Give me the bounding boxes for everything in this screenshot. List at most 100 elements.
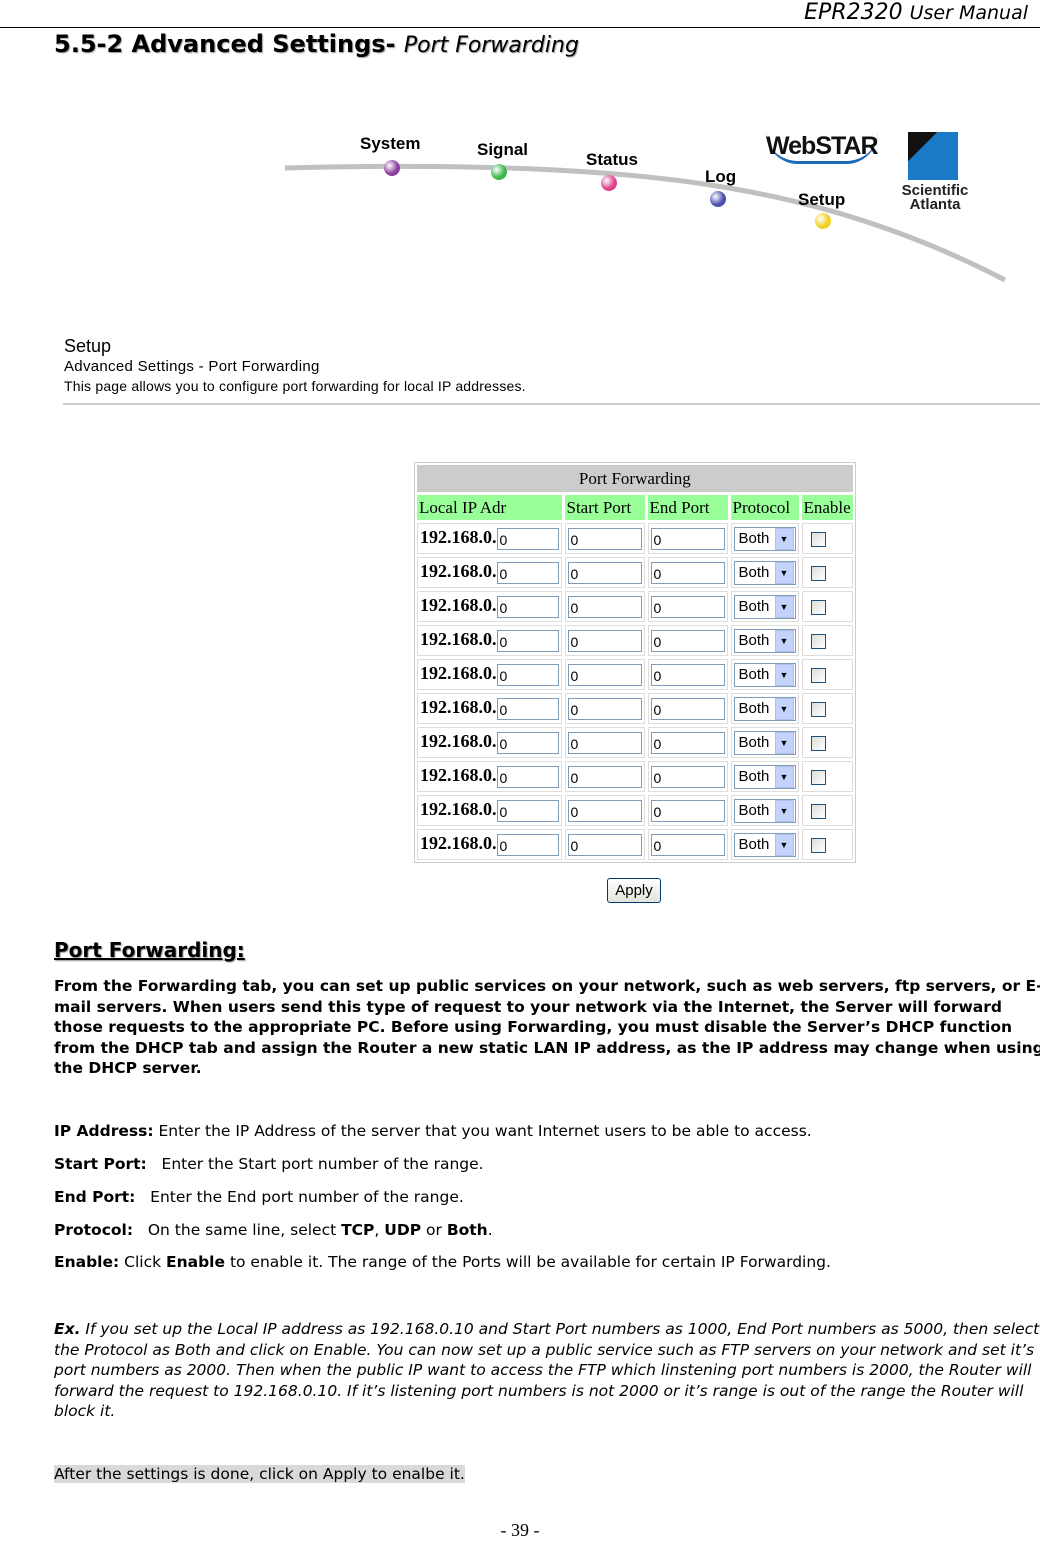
end-port-input[interactable]: 0	[650, 765, 725, 788]
ip-prefix: 192.168.0.	[420, 526, 497, 547]
table-row: 192.168.0. 0 0 0 Both ▼	[417, 523, 853, 554]
scientific-atlanta-logo: Scientific Atlanta	[901, 182, 969, 213]
end-port-input[interactable]: 0	[650, 527, 725, 550]
ip-last-octet-input[interactable]: 0	[496, 664, 559, 687]
start-port-input[interactable]: 0	[567, 527, 642, 550]
enable-checkbox[interactable]	[810, 736, 826, 752]
ip-last-octet-input[interactable]: 0	[496, 834, 559, 857]
nav-system[interactable]: System	[360, 134, 420, 154]
protocol-select[interactable]: Both ▼	[733, 560, 796, 585]
protocol-cell: Both ▼	[730, 591, 799, 622]
start-port-input[interactable]: 0	[567, 765, 642, 788]
nav-dot-icon[interactable]	[601, 175, 617, 191]
chevron-down-icon[interactable]: ▼	[774, 561, 794, 584]
nav-dot-icon[interactable]	[710, 191, 726, 207]
enable-checkbox[interactable]	[810, 566, 826, 582]
local-ip-cell: 192.168.0. 0	[417, 591, 562, 622]
protocol-value: Both	[738, 802, 770, 819]
protocol-select[interactable]: Both ▼	[733, 832, 796, 857]
table-row: 192.168.0. 0 0 0 Both ▼	[417, 557, 853, 588]
start-port-input[interactable]: 0	[567, 561, 642, 584]
enable-checkbox[interactable]	[810, 600, 826, 616]
def-enable: Enable: Click Enable to enable it. The r…	[54, 1253, 831, 1271]
tcp: TCP	[341, 1221, 375, 1239]
end-port-cell: 0	[647, 591, 728, 622]
start-port-input[interactable]: 0	[567, 663, 642, 686]
end-port-input[interactable]: 0	[650, 833, 725, 856]
ip-last-octet-input[interactable]: 0	[496, 630, 559, 653]
enable-cell	[801, 693, 853, 724]
nav-status[interactable]: Status	[586, 150, 638, 170]
enable-checkbox[interactable]	[810, 804, 826, 820]
chevron-down-icon[interactable]: ▼	[774, 697, 794, 720]
table-row: 192.168.0. 0 0 0 Both ▼	[417, 795, 853, 826]
protocol-select[interactable]: Both ▼	[733, 730, 796, 755]
protocol-select[interactable]: Both ▼	[733, 662, 796, 687]
ip-prefix: 192.168.0.	[420, 594, 497, 615]
ip-last-octet-input[interactable]: 0	[496, 562, 559, 585]
enable-checkbox[interactable]	[810, 770, 826, 786]
nav-signal[interactable]: Signal	[477, 140, 528, 160]
start-port-input[interactable]: 0	[567, 799, 642, 822]
end-port-input[interactable]: 0	[650, 629, 725, 652]
webstar-logo: WebSTAR	[766, 132, 879, 164]
start-port-input[interactable]: 0	[567, 595, 642, 618]
ip-last-octet-input[interactable]: 0	[496, 800, 559, 823]
enable-checkbox[interactable]	[810, 532, 826, 548]
intro-paragraph: From the Forwarding tab, you can set up …	[54, 977, 1040, 1077]
chevron-down-icon[interactable]: ▼	[774, 527, 794, 550]
enable-checkbox[interactable]	[810, 634, 826, 650]
protocol-select[interactable]: Both ▼	[733, 594, 796, 619]
protocol-select[interactable]: Both ▼	[733, 526, 796, 551]
protocol-value: Both	[738, 768, 770, 785]
protocol-select[interactable]: Both ▼	[733, 628, 796, 653]
nav-dot-icon[interactable]	[384, 160, 400, 176]
end-port-cell: 0	[647, 727, 728, 758]
chevron-down-icon[interactable]: ▼	[774, 595, 794, 618]
local-ip-cell: 192.168.0. 0	[417, 829, 562, 860]
ip-prefix: 192.168.0.	[420, 764, 497, 785]
end-port-input[interactable]: 0	[650, 799, 725, 822]
port-forwarding-heading: Port Forwarding:	[54, 938, 245, 962]
start-port-input[interactable]: 0	[567, 833, 642, 856]
chevron-down-icon[interactable]: ▼	[774, 663, 794, 686]
nav-log[interactable]: Log	[705, 167, 736, 187]
end-port-input[interactable]: 0	[650, 731, 725, 754]
protocol-select[interactable]: Both ▼	[733, 696, 796, 721]
enable-cell	[801, 659, 853, 690]
chevron-down-icon[interactable]: ▼	[774, 833, 794, 856]
chevron-down-icon[interactable]: ▼	[774, 731, 794, 754]
end-port-input[interactable]: 0	[650, 663, 725, 686]
protocol-select[interactable]: Both ▼	[733, 764, 796, 789]
end-port-input[interactable]: 0	[650, 595, 725, 618]
ip-last-octet-input[interactable]: 0	[496, 766, 559, 789]
ip-last-octet-input[interactable]: 0	[496, 698, 559, 721]
nav-setup[interactable]: Setup	[798, 190, 845, 210]
ip-last-octet-input[interactable]: 0	[496, 596, 559, 619]
start-port-cell: 0	[564, 761, 645, 792]
ip-prefix: 192.168.0.	[420, 560, 497, 581]
header-divider	[0, 27, 1040, 28]
start-port-input[interactable]: 0	[567, 697, 642, 720]
protocol-select[interactable]: Both ▼	[733, 798, 796, 823]
ip-prefix: 192.168.0.	[420, 696, 497, 717]
enable-checkbox[interactable]	[810, 668, 826, 684]
start-port-input[interactable]: 0	[567, 629, 642, 652]
start-port-cell: 0	[564, 557, 645, 588]
enable-checkbox[interactable]	[810, 838, 826, 854]
nav-dot-icon[interactable]	[491, 164, 507, 180]
end-port-input[interactable]: 0	[650, 561, 725, 584]
ip-last-octet-input[interactable]: 0	[496, 732, 559, 755]
start-port-input[interactable]: 0	[567, 731, 642, 754]
chevron-down-icon[interactable]: ▼	[774, 765, 794, 788]
def-label: Protocol:	[54, 1221, 134, 1239]
local-ip-cell: 192.168.0. 0	[417, 795, 562, 826]
ip-last-octet-input[interactable]: 0	[496, 528, 559, 551]
end-port-input[interactable]: 0	[650, 697, 725, 720]
nav-dot-icon[interactable]	[815, 213, 831, 229]
chevron-down-icon[interactable]: ▼	[774, 799, 794, 822]
enable-checkbox[interactable]	[810, 702, 826, 718]
apply-button[interactable]: Apply	[607, 878, 661, 903]
def-text: On the same line, select	[133, 1221, 342, 1239]
chevron-down-icon[interactable]: ▼	[774, 629, 794, 652]
